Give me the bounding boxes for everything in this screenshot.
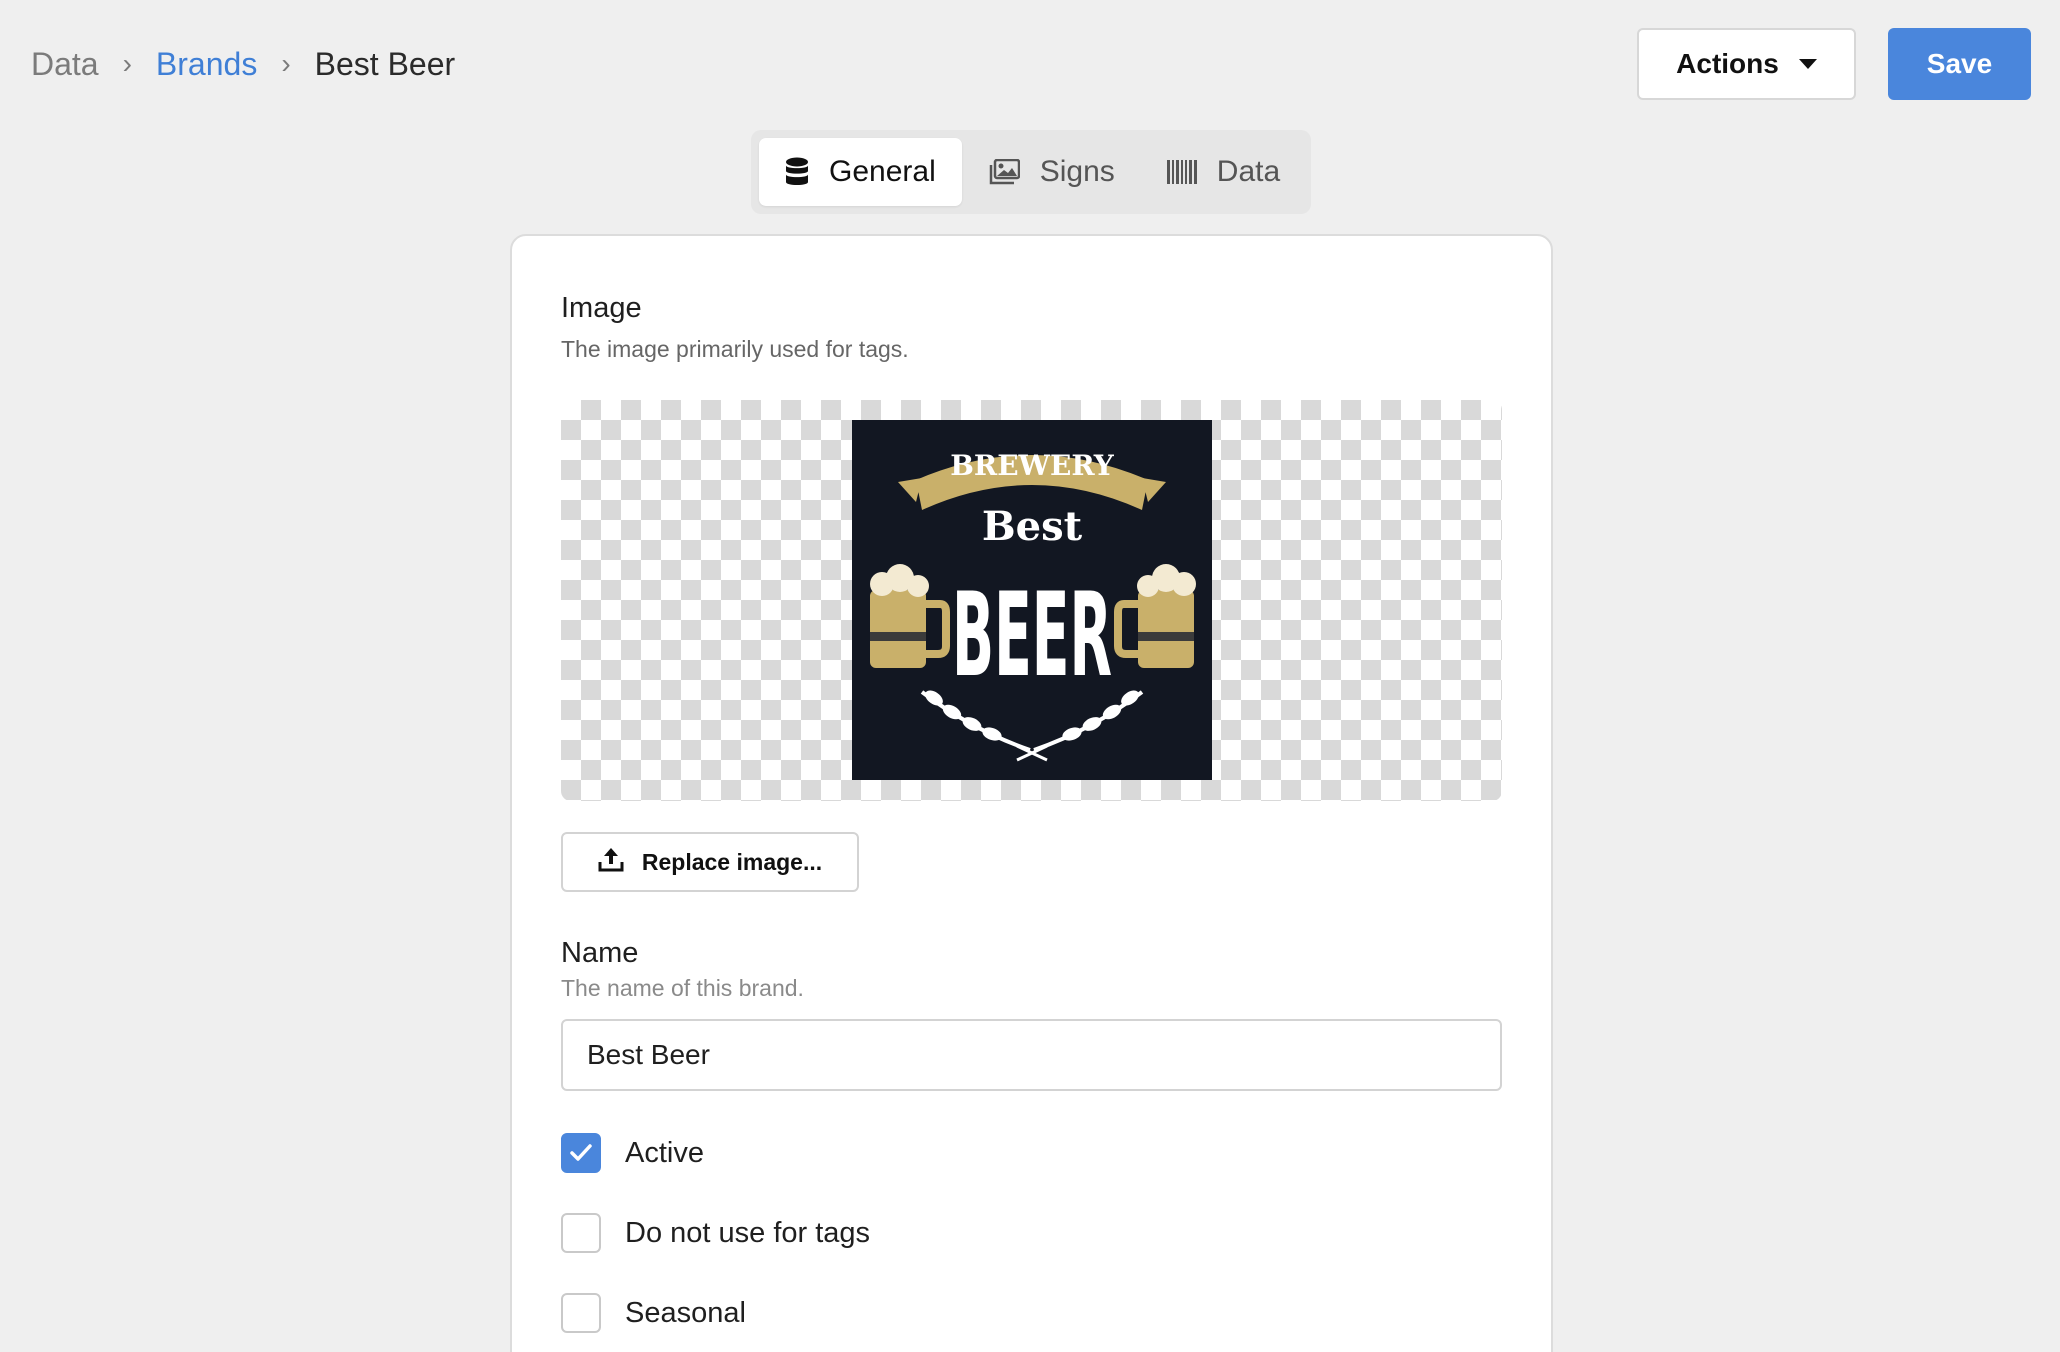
- caret-down-icon: [1798, 59, 1817, 69]
- tab-signs[interactable]: Signs: [962, 138, 1141, 206]
- name-input[interactable]: [561, 1019, 1502, 1091]
- active-checkbox[interactable]: [561, 1133, 601, 1173]
- active-label: Active: [625, 1136, 704, 1169]
- brand-edit-page: Data › Brands › Best Beer Actions Save G…: [0, 0, 2060, 1352]
- tab-signs-label: Signs: [1039, 155, 1115, 188]
- actions-dropdown-button[interactable]: Actions: [1637, 28, 1856, 100]
- breadcrumb-separator: ›: [281, 48, 291, 79]
- logo-big-text: BEER: [952, 568, 1112, 703]
- do-not-use-for-tags-label: Do not use for tags: [625, 1216, 871, 1249]
- breadcrumb: Data › Brands › Best Beer: [31, 40, 455, 88]
- replace-image-label: Replace image...: [641, 848, 823, 875]
- do-not-use-for-tags-row[interactable]: Do not use for tags: [561, 1212, 870, 1254]
- upload-icon: [598, 846, 624, 878]
- seasonal-label: Seasonal: [625, 1296, 746, 1329]
- images-icon: [988, 159, 1020, 185]
- breadcrumb-separator: ›: [122, 48, 132, 79]
- database-icon: [785, 157, 809, 187]
- brand-logo-image: BREWERY Best BEER: [852, 420, 1212, 780]
- image-preview: BREWERY Best BEER: [561, 400, 1502, 801]
- replace-image-button[interactable]: Replace image...: [561, 832, 859, 892]
- tab-data[interactable]: Data: [1141, 138, 1306, 206]
- logo-small-text: Best: [982, 503, 1083, 550]
- tab-general[interactable]: General: [759, 138, 962, 206]
- name-section-help: The name of this brand.: [561, 975, 804, 1001]
- breadcrumb-current: Best Beer: [314, 45, 456, 82]
- save-button[interactable]: Save: [1888, 28, 2031, 100]
- seasonal-checkbox-row[interactable]: Seasonal: [561, 1292, 746, 1334]
- image-section-label: Image: [561, 292, 642, 324]
- name-section-label: Name: [561, 937, 639, 969]
- logo-banner-text: BREWERY: [950, 449, 1114, 482]
- seasonal-checkbox[interactable]: [561, 1293, 601, 1333]
- breadcrumb-brands-link[interactable]: Brands: [156, 46, 257, 83]
- do-not-use-for-tags-checkbox[interactable]: [561, 1213, 601, 1253]
- active-checkbox-row[interactable]: Active: [561, 1132, 704, 1174]
- tab-bar: General Signs Data: [751, 130, 1311, 214]
- brand-form-card: Image The image primarily used for tags.…: [510, 234, 1553, 1352]
- barcode-icon: [1166, 160, 1197, 184]
- actions-label: Actions: [1676, 48, 1779, 79]
- breadcrumb-data[interactable]: Data: [31, 46, 99, 83]
- tab-general-label: General: [829, 155, 936, 188]
- image-section-help: The image primarily used for tags.: [561, 336, 909, 362]
- check-icon: [570, 1144, 592, 1161]
- tab-data-label: Data: [1216, 155, 1281, 188]
